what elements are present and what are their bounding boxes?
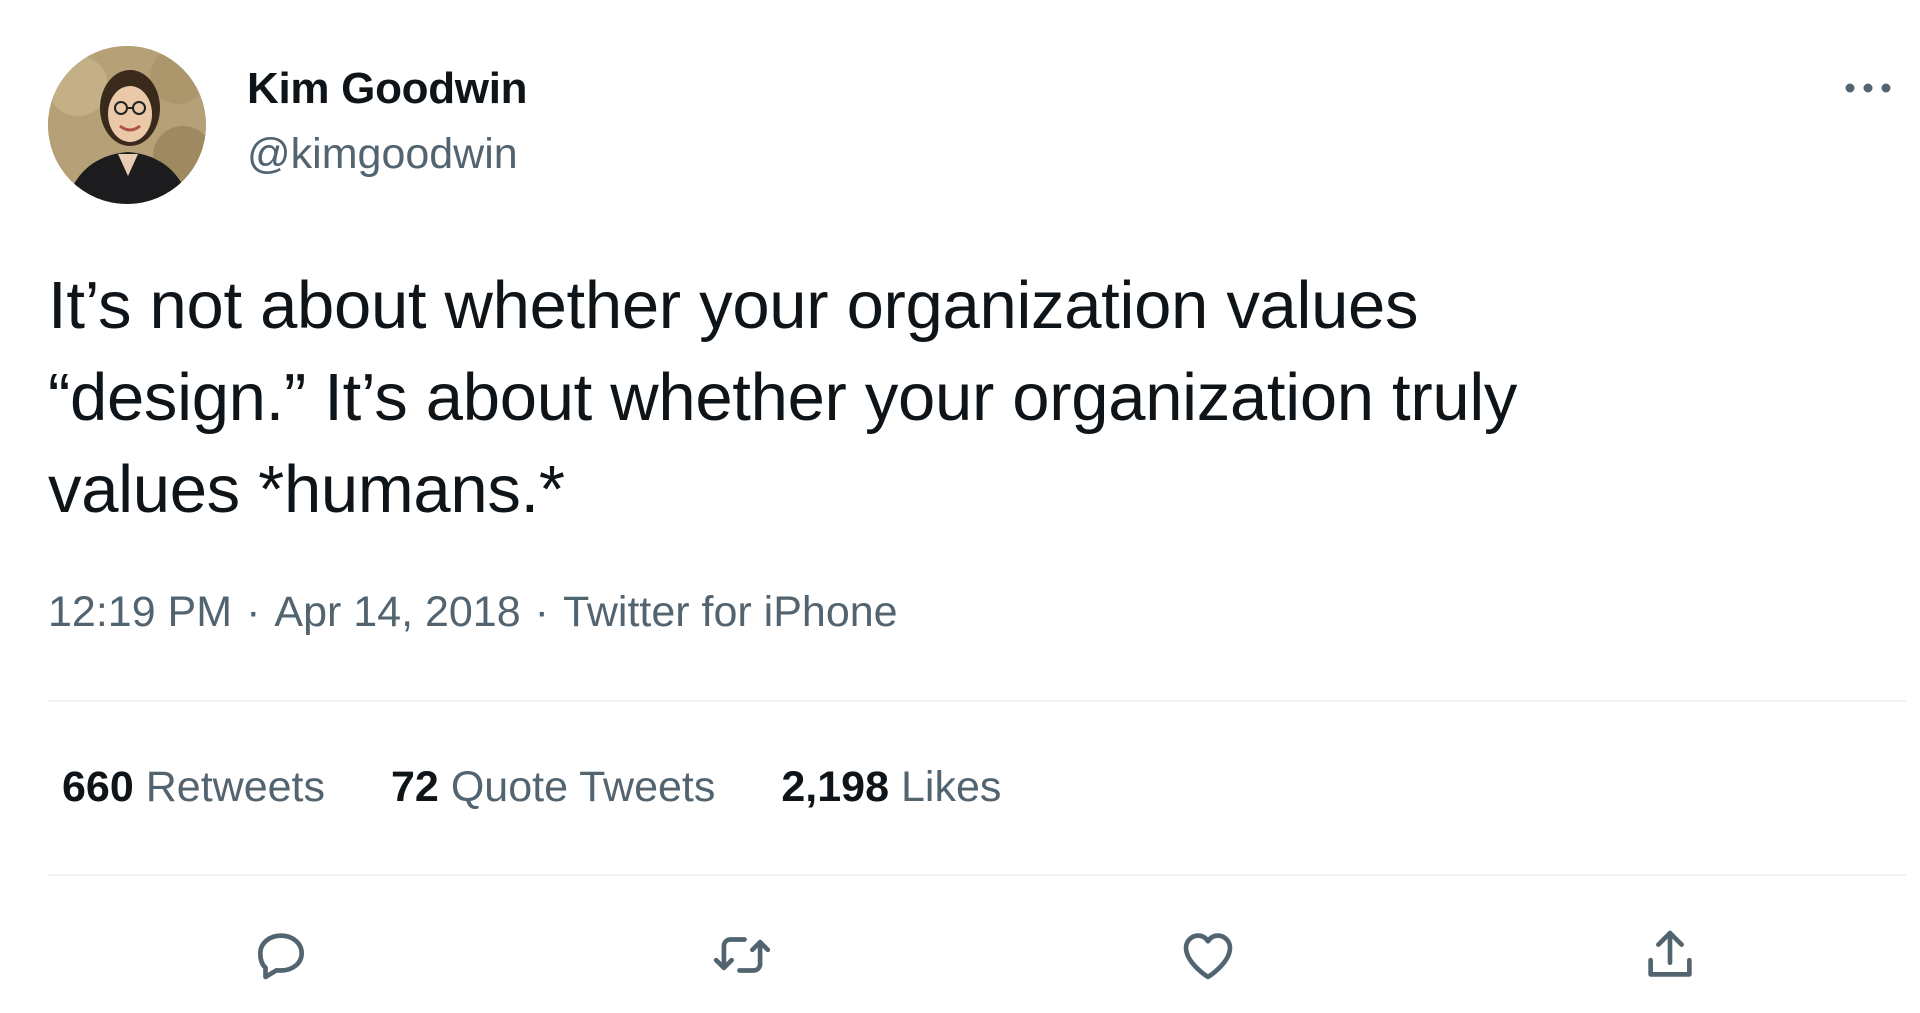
share-icon — [1648, 930, 1692, 977]
meta-separator: · — [246, 588, 261, 636]
retweet-icon — [713, 937, 771, 973]
retweets-count: 660 — [62, 763, 134, 811]
tweet-date[interactable]: Apr 14, 2018 — [274, 588, 520, 636]
likes-label: Likes — [900, 763, 1002, 811]
quote-tweets-label: Quote Tweets — [450, 763, 716, 811]
divider — [48, 700, 1906, 702]
share-button[interactable] — [1635, 920, 1705, 990]
more-horizontal-icon — [1845, 83, 1891, 93]
author-display-name[interactable]: Kim Goodwin — [247, 64, 528, 114]
author-handle[interactable]: @kimgoodwin — [247, 130, 518, 179]
tweet-time[interactable]: 12:19 PM — [48, 588, 232, 636]
like-button[interactable] — [1173, 920, 1243, 990]
avatar[interactable] — [48, 46, 206, 204]
retweets-stat[interactable]: 660 Retweets — [62, 763, 325, 812]
more-options-button[interactable] — [1838, 66, 1898, 110]
tweet-text: It’s not about whether your organization… — [48, 268, 1518, 527]
retweets-label: Retweets — [145, 763, 325, 811]
likes-stat[interactable]: 2,198 Likes — [781, 763, 1001, 812]
reply-icon — [258, 933, 304, 980]
likes-count: 2,198 — [781, 763, 889, 811]
tweet-metadata: 12:19 PM · Apr 14, 2018 · Twitter for iPhone — [48, 588, 898, 637]
retweet-button[interactable] — [707, 920, 777, 990]
quote-tweets-count: 72 — [391, 763, 439, 811]
quote-tweets-stat[interactable]: 72 Quote Tweets — [391, 763, 715, 812]
tweet-actions — [0, 920, 1920, 990]
heart-icon — [1183, 933, 1233, 980]
tweet-stats: 660 Retweets 72 Quote Tweets 2,198 Likes — [62, 763, 1067, 812]
tweet-source[interactable]: Twitter for iPhone — [563, 588, 898, 636]
divider — [48, 874, 1906, 876]
reply-button[interactable] — [246, 920, 316, 990]
meta-separator: · — [534, 588, 549, 636]
